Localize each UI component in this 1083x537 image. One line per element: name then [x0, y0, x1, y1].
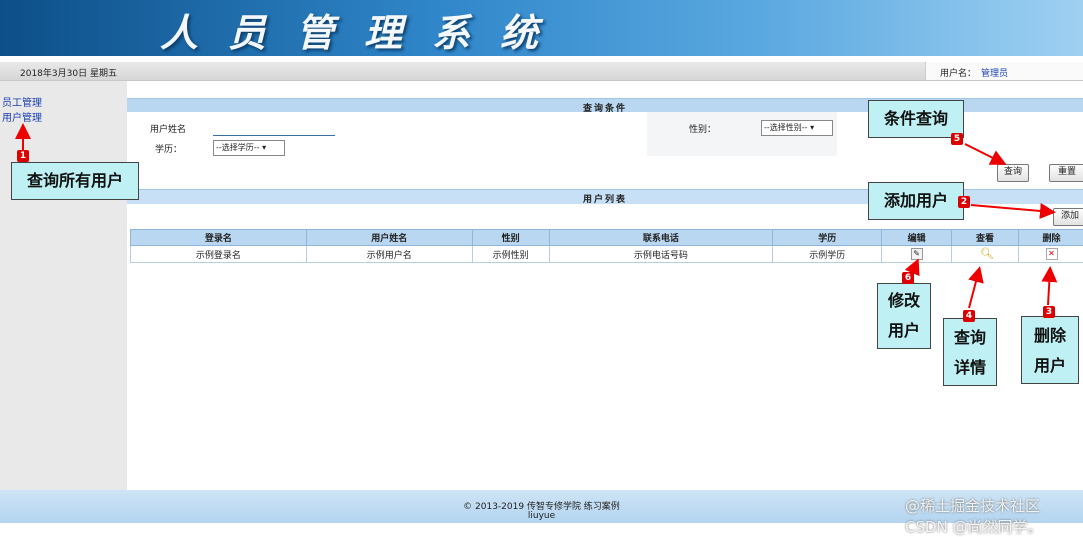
- close-icon[interactable]: ✕: [1046, 248, 1058, 260]
- table-row: 示例登录名 示例用户名 示例性别 示例电话号码 示例学历 ✎ 🔍︎ ✕: [131, 246, 1083, 263]
- col-delete: 删除: [1019, 230, 1083, 246]
- callout-query-all-text: 查询所有用户: [27, 171, 123, 190]
- badge-2: 2: [958, 196, 970, 208]
- edu-label: 学历：: [155, 142, 182, 155]
- app-title: 人员管理系统: [160, 2, 568, 57]
- callout-condition-query-text: 条件查询: [884, 109, 948, 128]
- callout-view-detail-text: 查询详情: [953, 323, 987, 383]
- user-table: 登录名 用户姓名 性别 联系电话 学历 编辑 查看 删除 示例登录名 示例用户名…: [130, 229, 1083, 263]
- info-bar: 2018年3月30日 星期五 用户名： 管理员: [0, 62, 1083, 81]
- callout-delete-user-text: 删除用户: [1033, 321, 1067, 381]
- name-input[interactable]: [213, 121, 335, 136]
- cell-login: 示例登录名: [131, 246, 307, 263]
- callout-add-user-text: 添加用户: [884, 191, 948, 210]
- badge-4: 4: [963, 310, 975, 322]
- search-button[interactable]: 查询: [997, 164, 1029, 182]
- badge-5: 5: [951, 133, 963, 145]
- cell-delete: ✕: [1019, 246, 1083, 263]
- user-info: 用户名： 管理员: [925, 62, 1083, 80]
- col-edu: 学历: [773, 230, 882, 246]
- col-name: 用户姓名: [306, 230, 472, 246]
- col-gender: 性别: [472, 230, 549, 246]
- callout-add-user: 添加用户: [868, 182, 964, 220]
- cell-edit: ✎: [882, 246, 952, 263]
- cell-edu: 示例学历: [773, 246, 882, 263]
- badge-3: 3: [1043, 306, 1055, 318]
- cell-name: 示例用户名: [306, 246, 472, 263]
- header-banner: 人员管理系统: [0, 0, 1083, 56]
- main-content: 查询条件 用户姓名 性别： --选择性别-- ▾ 学历： --选择学历-- ▾ …: [127, 81, 1083, 490]
- col-edit: 编辑: [882, 230, 952, 246]
- gender-select[interactable]: --选择性别-- ▾: [761, 120, 833, 136]
- table-header-row: 登录名 用户姓名 性别 联系电话 学历 编辑 查看 删除: [131, 230, 1083, 246]
- sidebar-item-employee[interactable]: 员工管理: [2, 94, 42, 109]
- edu-select[interactable]: --选择学历-- ▾: [213, 140, 285, 156]
- name-label: 用户姓名: [150, 122, 186, 135]
- callout-edit-user: 修改用户: [877, 283, 931, 349]
- callout-condition-query: 条件查询: [868, 100, 964, 138]
- badge-1: 1: [17, 150, 29, 162]
- badge-6: 6: [902, 272, 914, 284]
- sidebar: 员工管理 用户管理: [0, 81, 127, 490]
- sidebar-item-users[interactable]: 用户管理: [2, 109, 42, 124]
- reset-button[interactable]: 重置: [1049, 164, 1083, 182]
- edu-select-value: --选择学历--: [216, 143, 260, 152]
- magnifier-icon[interactable]: 🔍︎: [980, 249, 990, 259]
- gender-select-value: --选择性别--: [764, 123, 808, 132]
- cell-phone: 示例电话号码: [549, 246, 773, 263]
- user-label: 用户名：: [940, 66, 976, 79]
- user-name[interactable]: 管理员: [981, 66, 1008, 79]
- pencil-icon[interactable]: ✎: [911, 248, 923, 260]
- watermark: @稀土掘金技术社区 CSDN @尚然同学。: [905, 495, 1083, 537]
- col-login: 登录名: [131, 230, 307, 246]
- col-view: 查看: [952, 230, 1019, 246]
- callout-delete-user: 删除用户: [1021, 316, 1079, 384]
- cell-gender: 示例性别: [472, 246, 549, 263]
- callout-query-all: 查询所有用户: [11, 162, 139, 200]
- cell-view: 🔍︎: [952, 246, 1019, 263]
- current-date: 2018年3月30日 星期五: [20, 66, 117, 79]
- add-button[interactable]: 添加: [1053, 208, 1083, 226]
- callout-view-detail: 查询详情: [943, 318, 997, 386]
- col-phone: 联系电话: [549, 230, 773, 246]
- callout-edit-user-text: 修改用户: [887, 286, 921, 346]
- gender-label: 性别：: [689, 122, 716, 135]
